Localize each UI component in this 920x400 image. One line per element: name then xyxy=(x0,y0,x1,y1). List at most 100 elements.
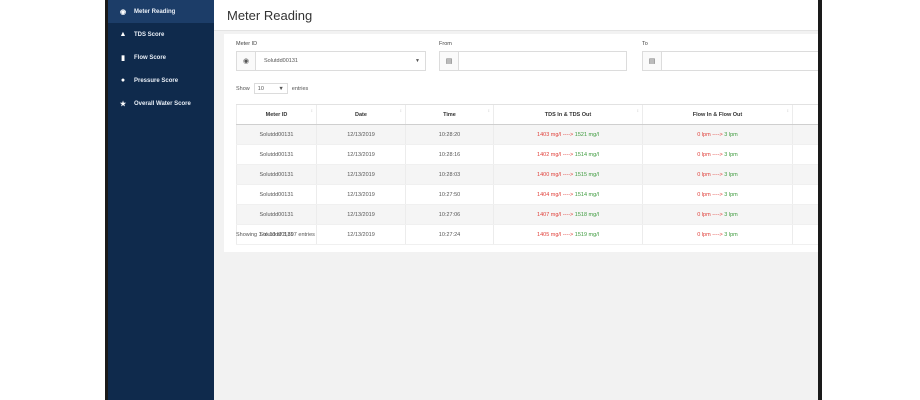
sidebar-item-label: Pressure Score xyxy=(134,77,179,84)
to-label: To xyxy=(642,41,648,47)
arrow-icon: ----> xyxy=(712,231,723,238)
cell-tds: 1404 mg/l ----> 1514 mg/l xyxy=(493,184,643,205)
flow-out-value: 3 lpm xyxy=(724,171,738,178)
pressure-icon: ● xyxy=(120,77,126,84)
flow-out-value: 3 lpm xyxy=(724,151,738,158)
sort-icon: ↕ xyxy=(786,108,789,113)
tds-out-value: 1514 mg/l xyxy=(574,151,599,158)
arrow-icon: ----> xyxy=(562,151,574,158)
arrow-icon: ----> xyxy=(712,191,723,198)
sort-icon: ↕ xyxy=(487,108,490,113)
cell-tds: 1405 mg/l ----> 1519 mg/l xyxy=(493,224,643,245)
sidebar-item-label: Overall Water Score xyxy=(134,100,191,107)
arrow-icon: ----> xyxy=(562,131,574,138)
sidebar: ◉ Meter Reading ▲ TDS Score ▮ Flow Score… xyxy=(108,0,214,400)
column-header-extra[interactable] xyxy=(792,104,818,125)
column-header-meter-id[interactable]: Meter ID ↕ xyxy=(236,104,317,125)
entries-label: entries xyxy=(291,85,309,92)
sidebar-item-label: Meter Reading xyxy=(134,8,176,15)
chevron-down-icon: ▼ xyxy=(278,85,284,92)
table-header-row: Meter ID ↕ Date ↕ Time ↕ TDS In & TDS Out ↕ … xyxy=(236,104,818,125)
cell-flow: 0 lpm ----> 3 lpm xyxy=(642,164,793,185)
cell-date: 12/13/2019 xyxy=(316,184,406,205)
readings-panel: Meter ID ◉ Solutdd00131 ▼ From ▤ To ▤ Sh… xyxy=(224,34,818,252)
entries-select[interactable]: 10 ▼ xyxy=(253,83,288,94)
cell-time: 10:27:24 xyxy=(405,224,494,245)
cell-meter-id: Solutdd00131 xyxy=(236,204,317,225)
cell-date: 12/13/2019 xyxy=(316,124,406,145)
sidebar-item-overall-water-score[interactable]: ★ Overall Water Score xyxy=(108,92,214,115)
page-title: Meter Reading xyxy=(227,7,313,23)
monitor-bezel-right xyxy=(818,0,920,400)
cell-meter-id: Solutdd00131 xyxy=(236,164,317,185)
sidebar-item-flow-score[interactable]: ▮ Flow Score xyxy=(108,46,214,69)
sort-icon: ↕ xyxy=(399,108,402,113)
meter-id-select[interactable]: ◉ Solutdd00131 ▼ xyxy=(236,51,426,71)
table-info: Showing 1 to 10 of 3,897 entries xyxy=(236,232,315,238)
arrow-icon: ----> xyxy=(562,231,574,238)
table-row: Solutdd00131 12/13/2019 10:27:50 1404 mg… xyxy=(236,184,818,205)
from-date-input[interactable]: ▤ xyxy=(439,51,627,71)
cell-date: 12/13/2019 xyxy=(316,144,406,165)
flow-in-value: 0 lpm xyxy=(697,231,711,238)
table-row: Solutdd00131 12/13/2019 10:28:03 1400 mg… xyxy=(236,164,818,185)
cell-meter-id: Solutdd00131 xyxy=(236,144,317,165)
app-screen: ◉ Meter Reading ▲ TDS Score ▮ Flow Score… xyxy=(108,0,818,400)
cell-flow: 0 lpm ----> 3 lpm xyxy=(642,224,793,245)
to-date-input[interactable]: ▤ xyxy=(642,51,818,71)
tds-out-value: 1518 mg/l xyxy=(574,211,599,218)
cell-time: 10:28:16 xyxy=(405,144,494,165)
cell-date: 12/13/2019 xyxy=(316,224,406,245)
tds-out-value: 1514 mg/l xyxy=(574,191,599,198)
cell-meter-id: Solutdd00131 xyxy=(236,184,317,205)
flow-in-value: 0 lpm xyxy=(697,151,711,158)
calendar-icon: ▤ xyxy=(643,52,662,70)
column-header-flow[interactable]: Flow In & Flow Out ↕ xyxy=(642,104,793,125)
cell-time: 10:28:20 xyxy=(405,124,494,145)
flow-out-value: 3 lpm xyxy=(724,231,738,238)
tds-in-value: 1404 mg/l xyxy=(537,191,562,198)
sidebar-item-label: TDS Score xyxy=(134,31,165,38)
arrow-icon: ----> xyxy=(712,131,723,138)
cell-time: 10:27:50 xyxy=(405,184,494,205)
table-row: Solutdd00131 12/13/2019 10:28:16 1402 mg… xyxy=(236,144,818,165)
meter-icon: ◉ xyxy=(119,8,127,16)
cell-time: 10:27:06 xyxy=(405,204,494,225)
star-icon: ★ xyxy=(119,100,127,108)
tds-out-value: 1515 mg/l xyxy=(574,171,599,178)
table-row: Solutdd00131 12/13/2019 10:27:24 1405 mg… xyxy=(236,224,818,245)
cell-meter-id: Solutdd00131 xyxy=(236,124,317,145)
arrow-icon: ----> xyxy=(712,171,723,178)
table-row: Solutdd00131 12/13/2019 10:27:06 1407 mg… xyxy=(236,204,818,225)
flow-in-value: 0 lpm xyxy=(697,171,711,178)
flow-in-value: 0 lpm xyxy=(697,191,711,198)
column-header-date[interactable]: Date ↕ xyxy=(316,104,406,125)
cell-flow: 0 lpm ----> 3 lpm xyxy=(642,144,793,165)
cell-tds: 1407 mg/l ----> 1518 mg/l xyxy=(493,204,643,225)
monitor-bezel-left xyxy=(0,0,108,400)
table-row: Solutdd00131 12/13/2019 10:28:20 1403 mg… xyxy=(236,124,818,145)
tds-in-value: 1407 mg/l xyxy=(537,211,562,218)
main-content: Meter Reading Meter ID ◉ Solutdd00131 ▼ … xyxy=(214,0,818,400)
cell-tds: 1403 mg/l ----> 1521 mg/l xyxy=(493,124,643,145)
tds-in-value: 1405 mg/l xyxy=(537,231,562,238)
meter-icon: ◉ xyxy=(237,52,256,70)
sidebar-item-tds-score[interactable]: ▲ TDS Score xyxy=(108,23,214,46)
tds-in-value: 1400 mg/l xyxy=(537,171,562,178)
column-header-tds[interactable]: TDS In & TDS Out ↕ xyxy=(493,104,643,125)
meter-id-value: Solutdd00131 xyxy=(264,58,298,64)
tds-in-value: 1403 mg/l xyxy=(537,131,562,138)
meter-id-label: Meter ID xyxy=(236,41,258,47)
cell-flow: 0 lpm ----> 3 lpm xyxy=(642,184,793,205)
column-header-time[interactable]: Time ↕ xyxy=(405,104,494,125)
tds-in-value: 1402 mg/l xyxy=(537,151,562,158)
cell-date: 12/13/2019 xyxy=(316,164,406,185)
flow-out-value: 3 lpm xyxy=(724,131,738,138)
sidebar-item-meter-reading[interactable]: ◉ Meter Reading xyxy=(108,0,214,23)
cell-time: 10:28:03 xyxy=(405,164,494,185)
show-label: Show xyxy=(236,85,250,92)
arrow-icon: ----> xyxy=(712,151,723,158)
flow-in-value: 0 lpm xyxy=(697,131,711,138)
sidebar-item-pressure-score[interactable]: ● Pressure Score xyxy=(108,69,214,92)
entries-value: 10 xyxy=(257,85,264,92)
